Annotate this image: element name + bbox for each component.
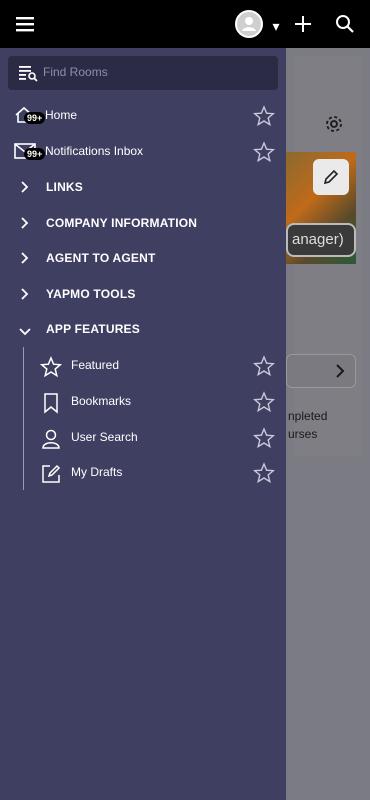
home-badge: 99+ bbox=[24, 112, 46, 124]
pencil-icon[interactable] bbox=[313, 159, 349, 195]
profile-card: anager) npleted urses bbox=[286, 56, 362, 456]
star-icon[interactable] bbox=[252, 105, 276, 132]
chevron-right-icon bbox=[20, 180, 30, 199]
filter-search-icon bbox=[18, 64, 38, 87]
favorite-star-icon[interactable] bbox=[252, 355, 276, 382]
courses-text-1: npleted bbox=[288, 409, 328, 423]
star-icon[interactable] bbox=[252, 141, 276, 168]
background-page: anager) npleted urses bbox=[286, 48, 370, 800]
section-label: APP FEATURES bbox=[46, 322, 140, 336]
navigation-drawer: Find Rooms 99+ Home 99+ Notifications In… bbox=[0, 48, 286, 800]
notifications-badge: 99+ bbox=[24, 148, 46, 160]
menu-icon[interactable] bbox=[11, 10, 39, 38]
section-app-features[interactable]: APP FEATURES bbox=[0, 312, 286, 348]
find-rooms-input[interactable]: Find Rooms bbox=[8, 56, 278, 90]
section-company-information[interactable]: COMPANY INFORMATION bbox=[0, 206, 286, 242]
section-label: COMPANY INFORMATION bbox=[46, 216, 198, 230]
chevron-right-icon bbox=[336, 364, 345, 378]
gear-icon[interactable] bbox=[324, 114, 344, 140]
caret-down-icon[interactable]: ▾ bbox=[262, 12, 290, 40]
chevron-right-icon bbox=[20, 216, 30, 235]
star-icon bbox=[39, 356, 63, 383]
feature-item-my-drafts[interactable]: My Drafts bbox=[0, 455, 286, 491]
feature-label: Bookmarks bbox=[71, 394, 132, 408]
nav-item-label: Home bbox=[45, 108, 78, 122]
favorite-star-icon[interactable] bbox=[252, 427, 276, 454]
section-yapmo-tools[interactable]: YAPMO TOOLS bbox=[0, 277, 286, 313]
bookmark-icon bbox=[40, 392, 62, 419]
avatar-icon[interactable] bbox=[235, 10, 263, 38]
chevron-right-icon bbox=[20, 251, 30, 270]
favorite-star-icon[interactable] bbox=[252, 462, 276, 489]
courses-text-2: urses bbox=[288, 427, 318, 441]
search-icon[interactable] bbox=[331, 10, 359, 38]
section-label: LINKS bbox=[46, 180, 83, 194]
favorite-star-icon[interactable] bbox=[252, 391, 276, 418]
chevron-right-icon bbox=[20, 287, 30, 306]
feature-item-featured[interactable]: Featured bbox=[0, 348, 286, 384]
nav-item-notifications-inbox[interactable]: 99+ Notifications Inbox bbox=[0, 134, 286, 170]
role-label: anager) bbox=[286, 223, 356, 257]
plus-icon[interactable] bbox=[289, 10, 317, 38]
next-button[interactable] bbox=[286, 354, 356, 388]
search-placeholder: Find Rooms bbox=[43, 65, 108, 79]
top-bar: ▾ bbox=[0, 0, 370, 48]
nav-item-home[interactable]: 99+ Home bbox=[0, 98, 286, 134]
nav-item-label: Notifications Inbox bbox=[45, 144, 144, 158]
feature-label: Featured bbox=[71, 358, 120, 372]
section-agent-to-agent[interactable]: AGENT TO AGENT bbox=[0, 241, 286, 277]
section-label: YAPMO TOOLS bbox=[46, 287, 136, 301]
chevron-down-icon bbox=[18, 324, 32, 342]
section-label: AGENT TO AGENT bbox=[46, 251, 156, 265]
feature-label: User Search bbox=[71, 430, 138, 444]
user-icon bbox=[40, 428, 62, 455]
section-links[interactable]: LINKS bbox=[0, 170, 286, 206]
feature-item-bookmarks[interactable]: Bookmarks bbox=[0, 384, 286, 420]
feature-item-user-search[interactable]: User Search bbox=[0, 420, 286, 456]
feature-label: My Drafts bbox=[71, 465, 123, 479]
edit-icon bbox=[40, 463, 62, 490]
